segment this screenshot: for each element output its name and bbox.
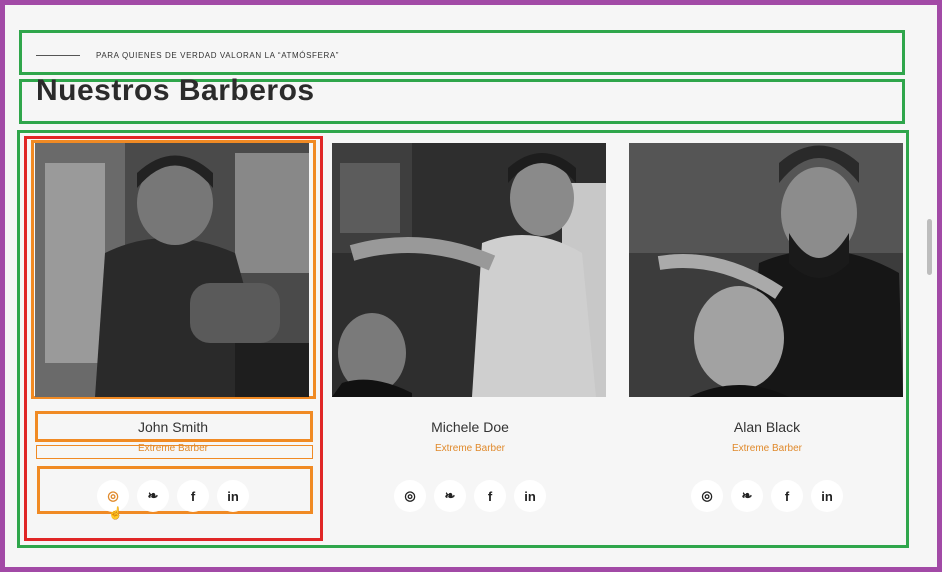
barber-role: Extreme Barber — [137, 443, 209, 454]
facebook-icon[interactable]: f — [177, 480, 209, 512]
scrollbar-thumb[interactable] — [927, 219, 932, 275]
twitter-icon[interactable]: ❧ — [434, 480, 466, 512]
tagline: PARA QUIENES DE VERDAD VALORAN LA “ATMÓS… — [36, 46, 339, 64]
pointer-cursor-icon: ☝ — [108, 506, 123, 520]
barber-photo — [629, 143, 903, 397]
barber-role: Extreme Barber — [731, 443, 803, 454]
barber-role: Extreme Barber — [434, 443, 506, 454]
linkedin-icon[interactable]: in — [217, 480, 249, 512]
linkedin-icon[interactable]: in — [514, 480, 546, 512]
twitter-icon[interactable]: ❧ — [137, 480, 169, 512]
barber-photo — [332, 143, 606, 397]
scrollbar[interactable] — [924, 6, 936, 566]
facebook-icon[interactable]: f — [474, 480, 506, 512]
instagram-icon[interactable]: ◎ — [691, 480, 723, 512]
barber-card: Michele Doe Extreme Barber ◎ ❧ f in — [332, 143, 608, 523]
barber-name: John Smith — [137, 419, 209, 435]
tagline-line — [36, 54, 80, 56]
twitter-icon[interactable]: ❧ — [731, 480, 763, 512]
tagline-text: PARA QUIENES DE VERDAD VALORAN LA “ATMÓS… — [96, 50, 340, 60]
page-title: Nuestros Barberos — [36, 74, 315, 107]
barber-card: Alan Black Extreme Barber ◎ ❧ f in — [629, 143, 905, 523]
linkedin-icon[interactable]: in — [811, 480, 843, 512]
barber-name: Alan Black — [733, 419, 801, 435]
social-links: ◎ ❧ f in — [332, 480, 608, 512]
social-links: ◎ ❧ f in — [35, 480, 311, 512]
social-links: ◎ ❧ f in — [629, 480, 905, 512]
barber-name: Michele Doe — [431, 419, 509, 435]
barber-photo — [35, 143, 309, 397]
facebook-icon[interactable]: f — [771, 480, 803, 512]
instagram-icon[interactable]: ◎ — [394, 480, 426, 512]
barber-card: John Smith Extreme Barber ◎ ❧ f in — [35, 143, 311, 523]
